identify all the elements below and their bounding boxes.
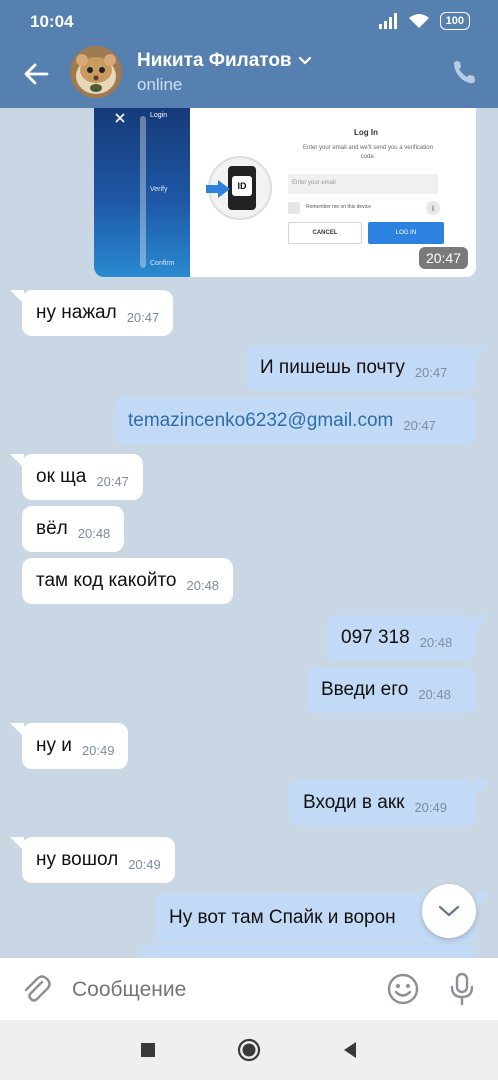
scroll-down-button[interactable] [422,884,476,938]
message-incoming[interactable]: там код какойто 20:48 [22,558,234,604]
contact-name[interactable]: Никита Филатов [137,50,312,72]
paperclip-icon [24,975,51,1002]
id-chip: ID [232,176,252,196]
message-text: ну нажал [36,302,117,323]
message-incoming[interactable]: ну и 20:49 [22,723,129,769]
message-text: Ну вот там Спайк и ворон [169,907,396,928]
message-outgoing[interactable]: temazincenko6232@gmail.com 20:47 [114,397,476,445]
scroll-down-icon [438,905,460,917]
message-text: И пишешь почту [260,357,405,378]
info-icon: i [426,201,440,215]
message-text: там код какойто [36,570,177,591]
message-composer [0,958,498,1020]
message-time: 20:48 [418,686,451,702]
message-incoming[interactable]: ну нажал 20:47 [22,290,174,336]
login-title: Log In [354,128,378,137]
home-button[interactable] [237,1038,261,1062]
message-outgoing[interactable]: 097 318 20:48 [327,615,476,661]
voice-message-button[interactable] [448,972,476,1006]
contact-avatar[interactable] [70,46,122,98]
chevron-down-icon [298,56,311,65]
back-button[interactable] [18,56,54,92]
message-time: 20:49 [414,799,447,815]
message-outgoing[interactable]: Входи в акк 20:49 [289,780,476,826]
message-outgoing[interactable]: И пишешь почту 20:47 [246,345,476,391]
remember-checkbox [288,202,300,214]
bubble-tail [476,893,490,907]
home-icon [237,1038,261,1062]
message-outgoing-partial[interactable] [140,944,476,958]
message-time: 20:48 [419,634,453,650]
step-verify: Verify [150,186,168,193]
message-text: 097 318 [341,627,410,648]
email-input: Enter your email [288,174,438,194]
status-bar: 10:04 100 [0,0,498,44]
chat-header: 10:04 100 Никита Филатов online [0,0,498,108]
bubble-tail [476,345,490,359]
message-time: 20:49 [128,856,161,872]
message-outgoing[interactable]: Введи его 20:48 [307,667,476,713]
back-arrow-icon [24,63,49,85]
message-text: Входи в акк [303,792,405,813]
cancel-button: CANCEL [288,222,362,244]
attach-button[interactable] [20,972,52,1006]
login-description: Enter your email and we'll send you a ve… [303,145,433,160]
photo-message[interactable]: Login Verify Confirm ID Log In Enter you… [94,108,476,277]
recents-button[interactable] [136,1038,160,1062]
emoji-icon [387,973,419,1005]
status-icons: 100 [378,12,470,30]
message-incoming[interactable]: вёл 20:48 [22,506,125,552]
message-incoming[interactable]: ок ща 20:47 [22,454,143,500]
phone-icon [454,61,475,84]
id-badge: ID [206,156,272,220]
message-list[interactable]: Login Verify Confirm ID Log In Enter you… [0,108,498,958]
recents-icon [141,1043,155,1057]
remember-label: Remember me on this device [306,204,372,210]
contact-name-text: Никита Филатов [137,50,292,71]
message-time: 20:48 [77,525,111,541]
microphone-icon [450,972,474,1006]
photo-time: 20:47 [418,247,468,269]
bubble-tail [476,615,490,629]
call-button[interactable] [450,58,480,88]
arrow-right-icon [206,180,230,198]
message-time: 20:47 [403,417,436,433]
contact-status: online [137,75,183,94]
message-time: 20:49 [81,742,115,758]
message-text: Введи его [321,679,409,700]
signal-icon [378,13,397,29]
status-time: 10:04 [30,12,74,31]
system-back-button[interactable] [338,1038,362,1062]
photo-left-panel: Login Verify Confirm [94,108,190,277]
message-text: вёл [36,518,68,539]
system-nav-bar [0,1020,498,1080]
message-incoming[interactable]: ну вошол 20:49 [22,837,175,883]
battery-indicator: 100 [439,12,470,30]
step-confirm: Confirm [150,260,175,267]
message-text: ок ща [36,466,87,487]
message-time: 20:47 [414,364,448,380]
message-time: 20:48 [186,577,220,593]
login-button: LOG IN [368,222,444,244]
message-email-link[interactable]: temazincenko6232@gmail.com [128,410,393,432]
back-icon [344,1042,356,1058]
wifi-icon [408,14,429,28]
message-time: 20:47 [126,309,160,325]
message-input[interactable] [72,976,372,1004]
bubble-tail [476,780,490,794]
step-login: Login [150,112,168,119]
message-text: ну вошол [36,849,119,870]
emoji-button[interactable] [386,972,420,1006]
progress-track [140,116,146,268]
hamster-avatar-image [70,46,122,98]
message-text: ну и [36,735,72,756]
close-icon [115,113,125,123]
message-time: 20:47 [96,473,129,489]
